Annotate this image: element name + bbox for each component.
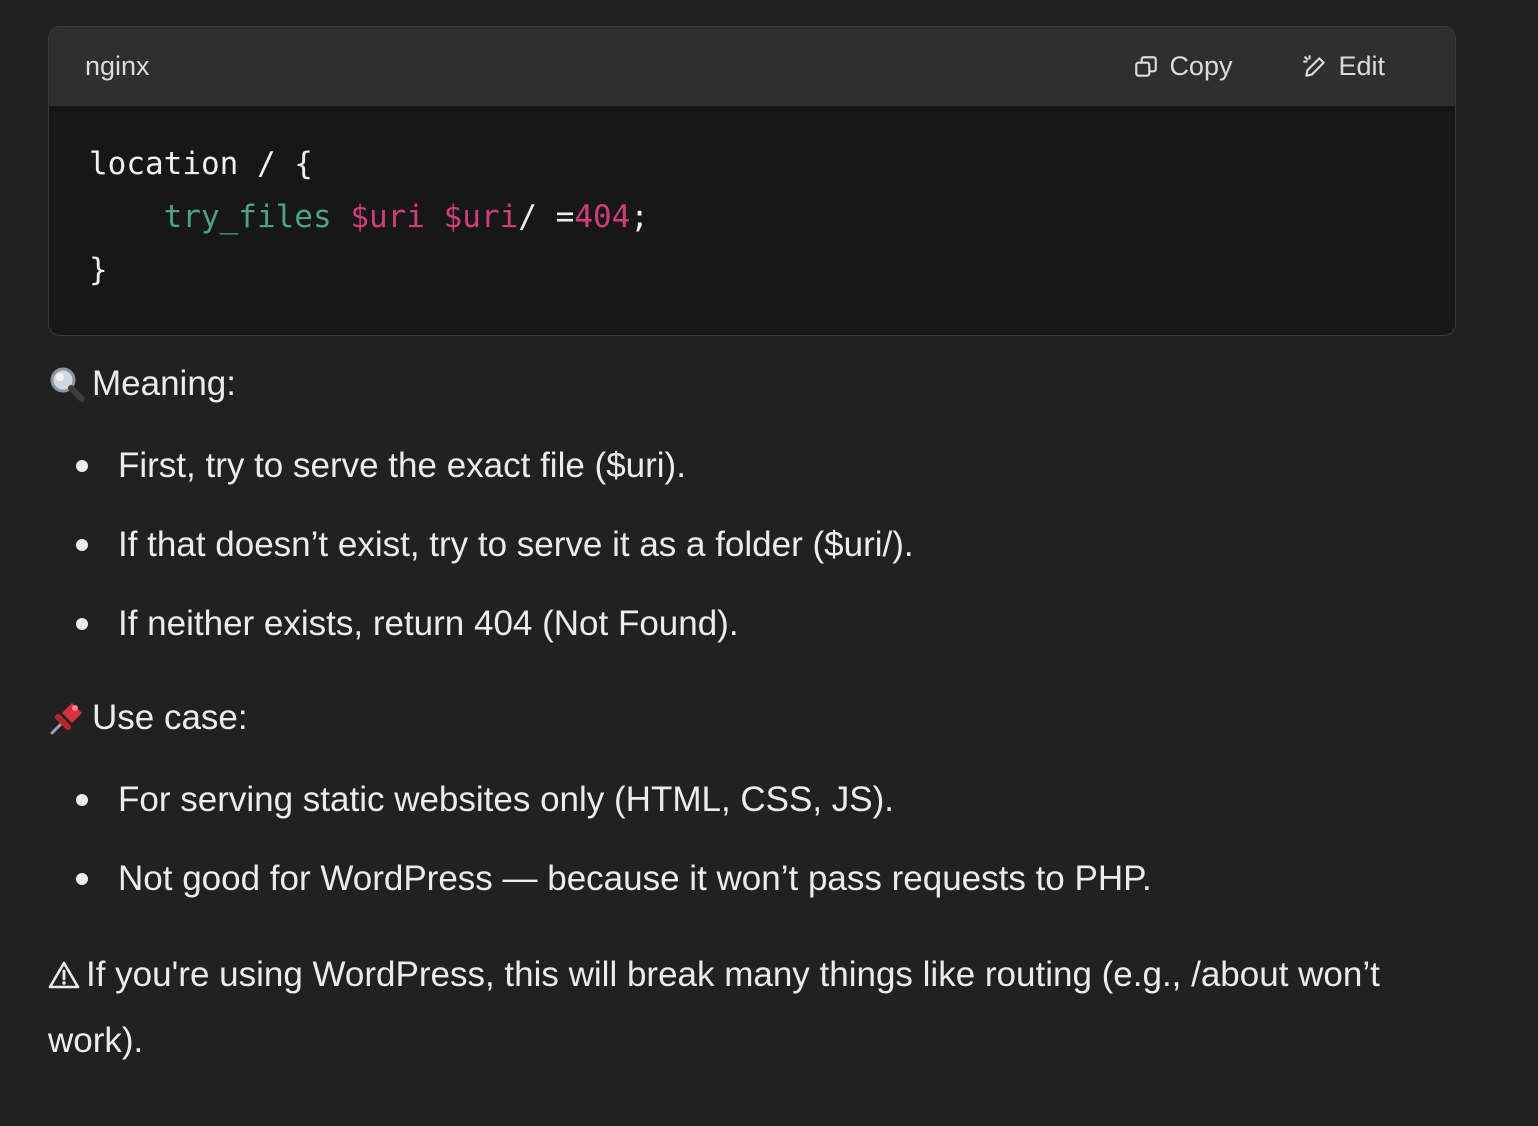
code-token-variable: $uri (350, 199, 425, 235)
copy-button-label: Copy (1169, 51, 1233, 81)
code-block: nginx Copy Edit location / {try_files $… (48, 26, 1456, 336)
list-item: If that doesn’t exist, try to serve it a… (0, 505, 914, 584)
edit-button[interactable]: Edit (1302, 51, 1385, 82)
edit-icon (1302, 54, 1328, 80)
code-line-2: try_files $uri $uri/ =404; (163, 199, 649, 235)
code-content: location / { try_files $uri $uri/ =404; … (49, 106, 1455, 329)
code-token-variable: $uri (443, 199, 519, 235)
edit-button-label: Edit (1338, 51, 1385, 81)
list-item: First, try to serve the exact file ($uri… (0, 426, 914, 505)
list-item: If neither exists, return 404 (Not Found… (0, 584, 914, 663)
code-language-label: nginx (85, 51, 150, 81)
code-token-number: 404 (574, 199, 631, 235)
code-block-header: nginx Copy Edit (49, 27, 1455, 106)
use-case-heading-text: Use case: (92, 698, 248, 737)
meaning-list: First, try to serve the exact file ($uri… (0, 426, 914, 663)
meaning-heading: Meaning: (48, 364, 236, 404)
pushpin-icon (48, 699, 86, 737)
copy-button[interactable]: Copy (1133, 51, 1232, 82)
code-line-1: location / { (89, 146, 313, 182)
meaning-heading-text: Meaning: (92, 364, 236, 403)
warning-icon (48, 948, 80, 1010)
warning-text: If you're using WordPress, this will bre… (48, 955, 1380, 1060)
code-token-directive: try_files (163, 199, 332, 235)
warning-note: If you're using WordPress, this will bre… (48, 944, 1448, 1072)
list-item: For serving static websites only (HTML, … (0, 760, 1152, 839)
code-line-3: } (89, 252, 108, 288)
magnifying-glass-icon (48, 365, 86, 403)
use-case-list: For serving static websites only (HTML, … (0, 760, 1152, 918)
code-actions: Copy Edit (1133, 27, 1385, 106)
list-item: Not good for WordPress — because it won’… (0, 839, 1152, 918)
use-case-heading: Use case: (48, 698, 248, 738)
copy-icon (1133, 54, 1159, 80)
